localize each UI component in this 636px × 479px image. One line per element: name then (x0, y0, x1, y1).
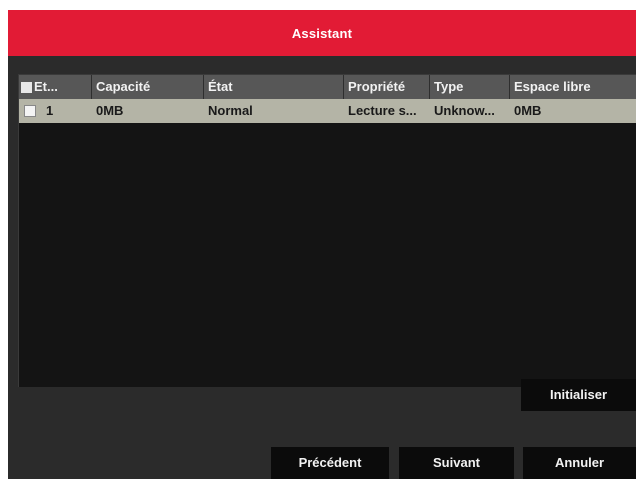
column-header-label: Et... (34, 79, 58, 94)
row-id: 1 (46, 103, 54, 118)
initialize-button[interactable]: Initialiser (521, 379, 636, 411)
wizard-dialog: Assistant Et... Capacité État Propriété … (8, 10, 636, 479)
cell-property: Lecture s... (348, 103, 417, 118)
cell-free-space: 0MB (514, 103, 542, 118)
next-button[interactable]: Suivant (399, 447, 514, 479)
select-all-checkbox[interactable] (21, 81, 32, 93)
table-header: Et... Capacité État Propriété Type Espac… (19, 75, 636, 99)
column-header-property[interactable]: Propriété (344, 75, 430, 99)
cell-state: Normal (208, 103, 253, 118)
cell-capacity: 0MB (96, 103, 124, 118)
table-row[interactable]: 1 0MB Normal Lecture s... Unknow... 0MB (19, 99, 636, 123)
cell-type: Unknow... (434, 103, 495, 118)
column-header-type[interactable]: Type (430, 75, 510, 99)
column-header-free-space[interactable]: Espace libre (510, 75, 636, 99)
previous-button[interactable]: Précédent (271, 447, 389, 479)
dialog-content: Et... Capacité État Propriété Type Espac… (8, 56, 636, 479)
cancel-button[interactable]: Annuler (523, 447, 636, 479)
dialog-title: Assistant (291, 25, 353, 41)
column-header-capacity[interactable]: Capacité (92, 75, 204, 99)
column-header-select[interactable]: Et... (19, 75, 92, 99)
row-checkbox[interactable] (24, 105, 36, 117)
row-select-cell[interactable]: 1 (19, 99, 92, 123)
column-header-state[interactable]: État (204, 75, 344, 99)
dialog-titlebar: Assistant (8, 10, 636, 56)
disk-table: Et... Capacité État Propriété Type Espac… (18, 74, 636, 387)
